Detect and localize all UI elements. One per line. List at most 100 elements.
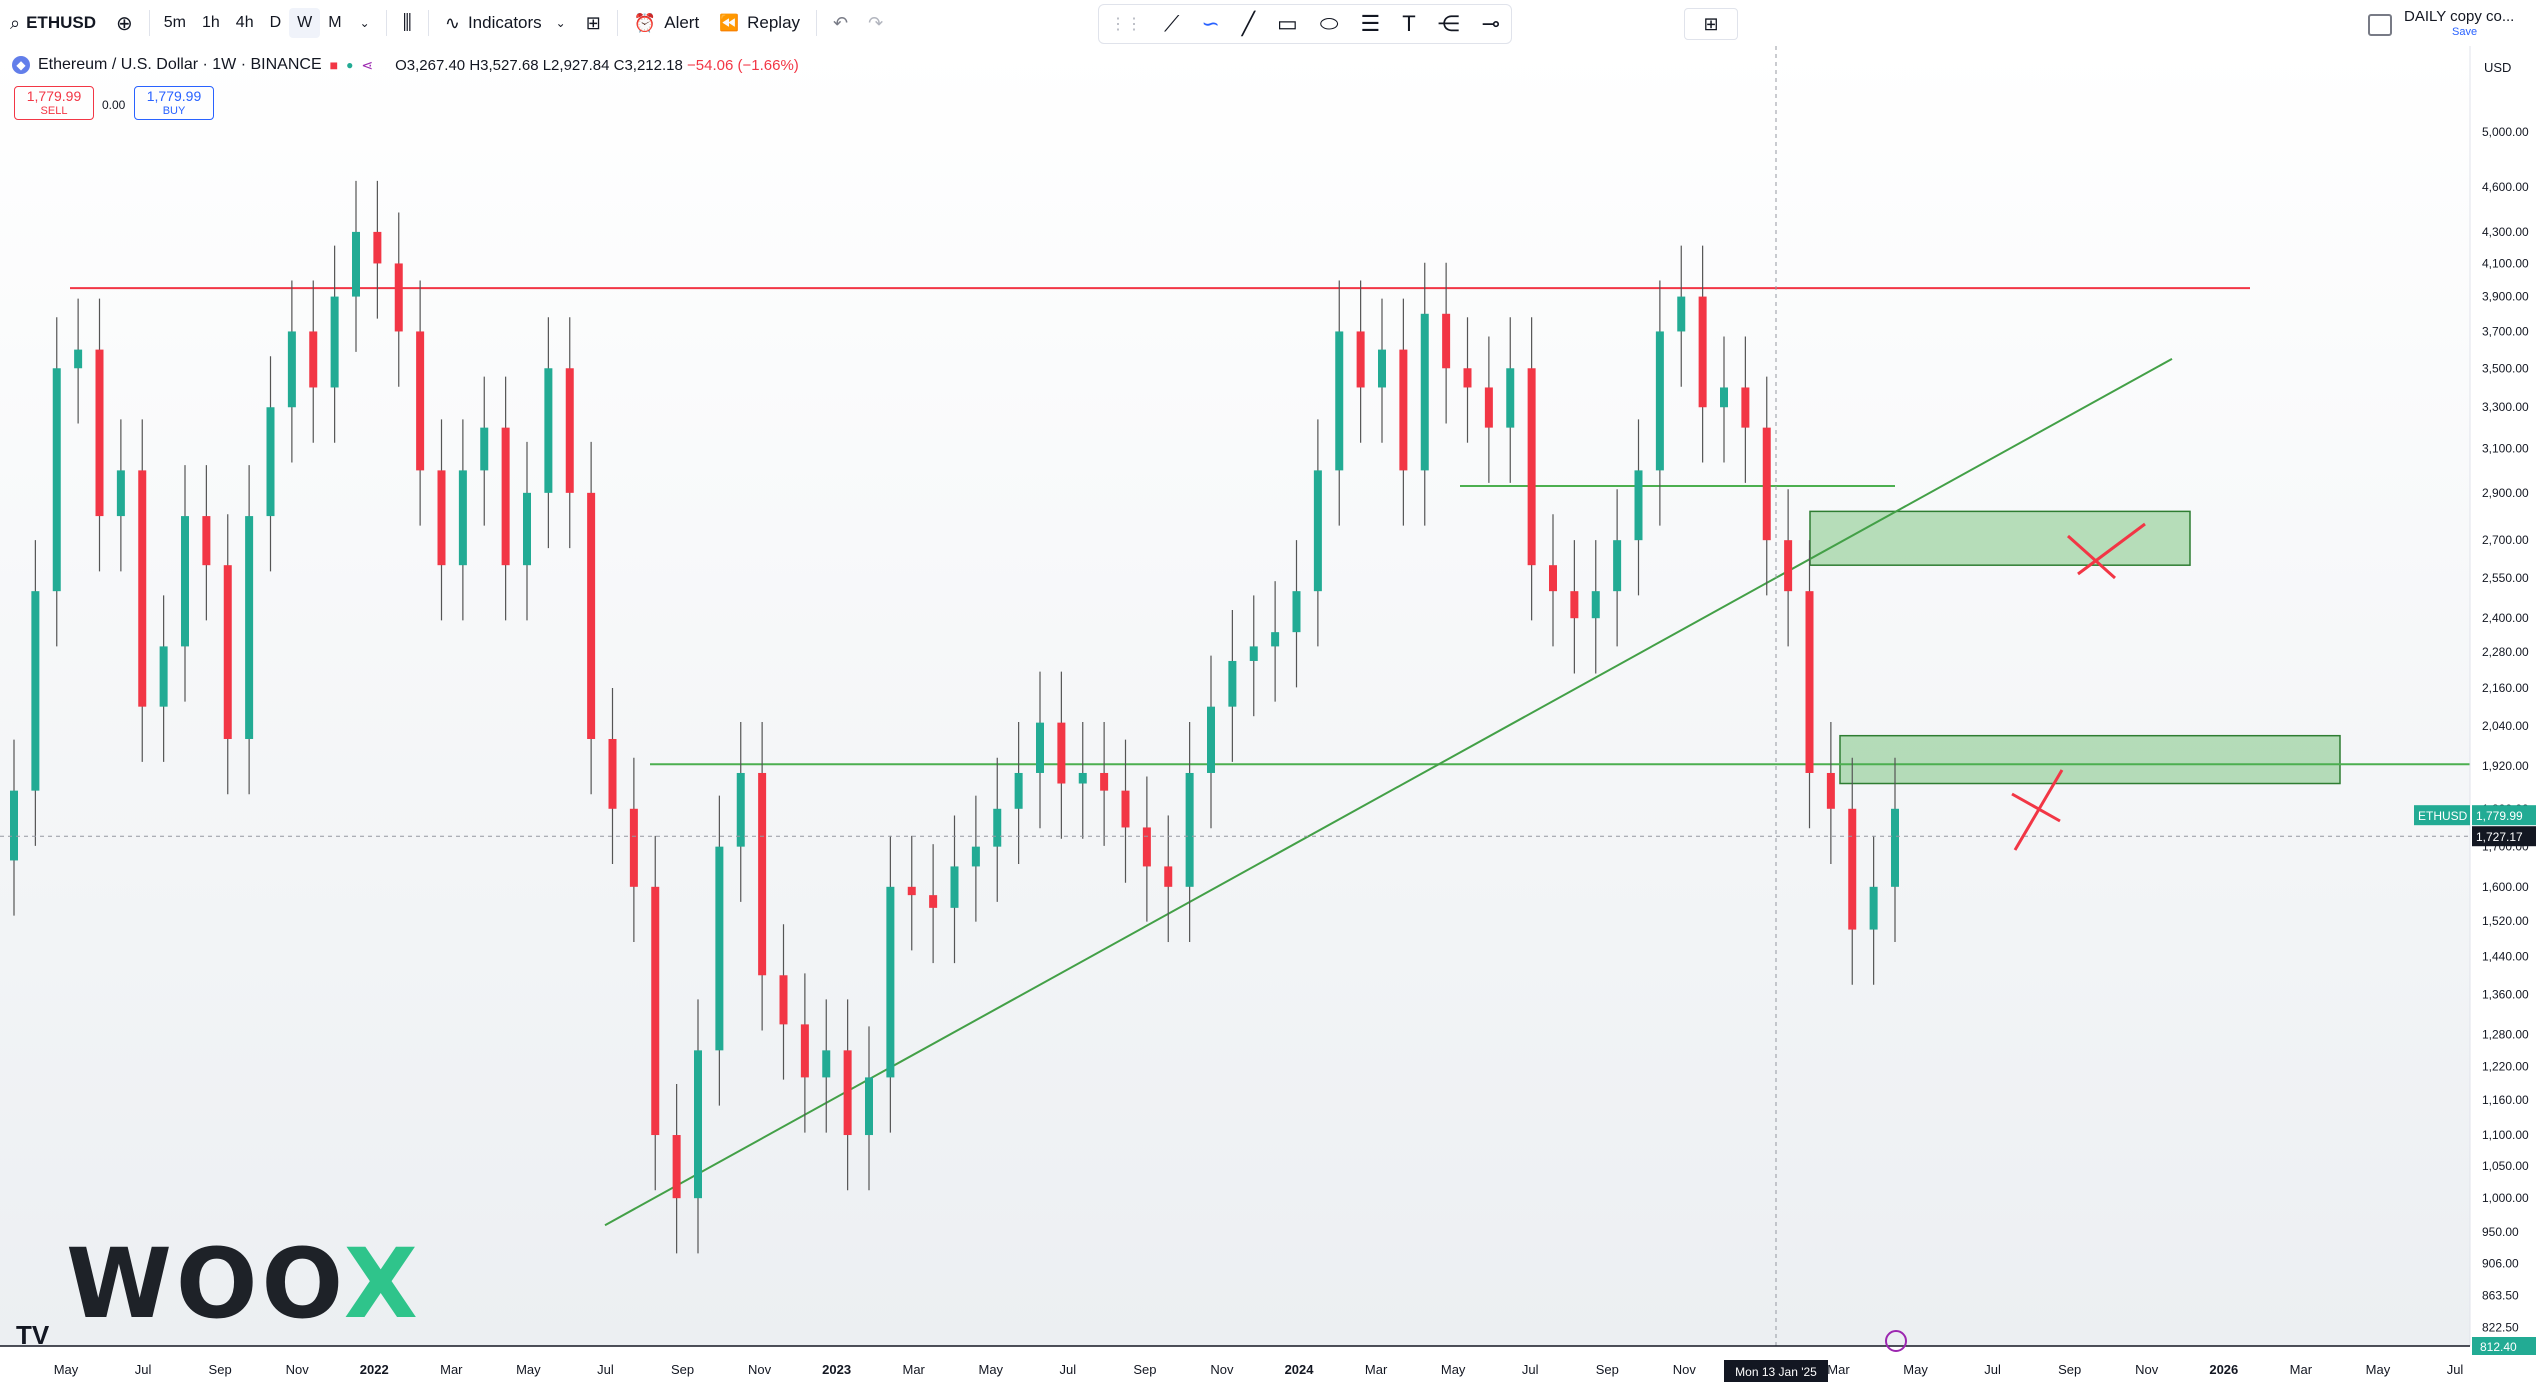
last-price-label: 1,779.99: [2476, 809, 2523, 823]
layout-name[interactable]: DAILY copy co... Save: [2404, 8, 2514, 38]
candles-icon: ⫼: [402, 11, 412, 34]
templates-button[interactable]: ⊞: [576, 0, 611, 46]
timeframe-4h[interactable]: 4h: [228, 0, 262, 46]
candle-body: [223, 565, 232, 739]
time-tick-label: 2026: [2209, 1362, 2238, 1377]
time-tick-label: 2022: [360, 1362, 389, 1377]
candle-body: [480, 427, 489, 471]
candle-body: [1378, 349, 1386, 388]
candle-body: [1698, 296, 1707, 408]
time-tick-label: May: [1441, 1362, 1466, 1377]
candle-body: [352, 231, 360, 297]
candle-body: [1720, 387, 1728, 408]
price-tick-label: 1,280.00: [2482, 1028, 2529, 1042]
price-tick-label: 3,300.00: [2482, 400, 2529, 414]
timeframe-d[interactable]: D: [262, 0, 290, 46]
candle-body: [1271, 632, 1280, 647]
candle-body: [52, 368, 61, 592]
candle-body: [1741, 387, 1750, 428]
candle-body: [1591, 591, 1600, 619]
candle-body: [1249, 646, 1258, 661]
chart-type-button[interactable]: ⫼: [393, 0, 422, 46]
candle-body: [1484, 387, 1493, 428]
candle-body: [10, 790, 18, 861]
candle-body: [1036, 722, 1044, 773]
candle-body: [1100, 772, 1109, 791]
candle-body: [715, 846, 724, 1051]
price-chart[interactable]: USD 5,000.00 4,600.00 4,300.00 4,100.00 3,900…: [0, 46, 2538, 1397]
time-tick-label: Mar: [903, 1362, 926, 1377]
undo-button[interactable]: ↶: [823, 0, 858, 46]
candle-body: [1121, 790, 1130, 828]
add-symbol-button[interactable]: ⊕: [106, 0, 143, 46]
candle-body: [544, 368, 553, 493]
timeframe-5m[interactable]: 5m: [156, 0, 194, 46]
candle-body: [907, 886, 916, 896]
time-tick-label: Mar: [2290, 1362, 2313, 1377]
candle-body: [1442, 313, 1451, 369]
text-icon[interactable]: T: [1402, 11, 1415, 37]
candle-body: [1292, 591, 1301, 633]
candle-body: [1228, 660, 1237, 707]
buy-button[interactable]: 1,779.99 BUY: [134, 86, 214, 120]
time-tick-label: 2023: [822, 1362, 851, 1377]
fib-icon[interactable]: ⋲: [1438, 11, 1460, 37]
currency-label: USD: [2484, 60, 2511, 75]
candle-body: [565, 368, 574, 493]
time-tick-label: Nov: [2135, 1362, 2159, 1377]
redo-icon: ↷: [868, 12, 884, 33]
chevron-down-icon: ⌄: [555, 16, 566, 30]
alert-button[interactable]: ⏰ Alert: [624, 0, 709, 46]
indicators-button[interactable]: ∿ Indicators ⌄: [435, 0, 576, 46]
candle-body: [1356, 331, 1365, 388]
horizontal-lines-icon[interactable]: ☰: [1360, 11, 1380, 37]
time-tick-label: Sep: [1133, 1362, 1156, 1377]
time-tick-label: Jul: [2447, 1362, 2464, 1377]
candle-body: [1185, 772, 1194, 887]
timeframe-1h[interactable]: 1h: [194, 0, 228, 46]
chart-legend: ◆ Ethereum / U.S. Dollar · 1W · BINANCE …: [12, 56, 799, 74]
price-tick-label: 1,000.00: [2482, 1191, 2529, 1205]
time-tick-label: May: [2366, 1362, 2391, 1377]
replay-button[interactable]: ⏪ Replay: [709, 0, 810, 46]
drag-handle-icon[interactable]: ⋮⋮: [1110, 14, 1142, 34]
candle-body: [373, 231, 382, 264]
price-tick-label: 1,360.00: [2482, 987, 2529, 1001]
timeframe-dropdown[interactable]: ⌄: [350, 0, 380, 46]
trend-line-icon[interactable]: ⟋: [1164, 11, 1179, 37]
candle-body: [202, 516, 211, 566]
share-icon[interactable]: ⋖: [361, 57, 373, 74]
rectangle-icon[interactable]: ▭: [1277, 11, 1298, 37]
ray-icon[interactable]: ╱: [1242, 11, 1255, 37]
candle-body: [950, 866, 959, 908]
candle-body: [116, 470, 125, 517]
ellipse-icon[interactable]: ⬭: [1320, 11, 1339, 37]
candle-body: [993, 808, 1002, 847]
sell-button[interactable]: 1,779.99 SELL: [14, 86, 94, 120]
layout-button[interactable]: ⊞: [1684, 8, 1738, 40]
symbol-search[interactable]: ⌕ ETHUSD: [0, 0, 106, 46]
timeframe-w[interactable]: W: [289, 8, 321, 38]
time-tick-label: Sep: [671, 1362, 694, 1377]
price-tick-label: 2,040.00: [2482, 719, 2529, 733]
redo-button[interactable]: ↷: [858, 0, 893, 46]
flag-icon: ■: [329, 57, 339, 73]
checkbox[interactable]: [2368, 14, 2392, 36]
divider: [616, 10, 618, 36]
price-tick-label: 1,440.00: [2482, 950, 2529, 964]
plus-circle-icon: ⊕: [116, 12, 133, 35]
brush-icon[interactable]: ∽: [1201, 11, 1219, 37]
price-tick-label: 906.00: [2482, 1257, 2519, 1271]
price-tick-label: 2,550.00: [2482, 571, 2529, 585]
drawing-toolbar: ⋮⋮ ⟋ ∽ ╱ ▭ ⬭ ☰ T ⋲ ⊸: [1098, 4, 1512, 44]
time-tick-label: Nov: [1673, 1362, 1697, 1377]
tradingview-logo: TV: [16, 1320, 50, 1350]
timeframe-m[interactable]: M: [320, 0, 349, 46]
crosshair-date-label: Mon 13 Jan '25: [1735, 1365, 1817, 1379]
price-tick-label: 1,050.00: [2482, 1159, 2529, 1173]
horizontal-ray-icon[interactable]: ⊸: [1482, 11, 1500, 37]
time-tick-label: Jul: [1522, 1362, 1539, 1377]
candle-body: [1655, 331, 1664, 471]
candle-body: [1549, 565, 1557, 592]
price-tick-label: 4,300.00: [2482, 225, 2529, 239]
